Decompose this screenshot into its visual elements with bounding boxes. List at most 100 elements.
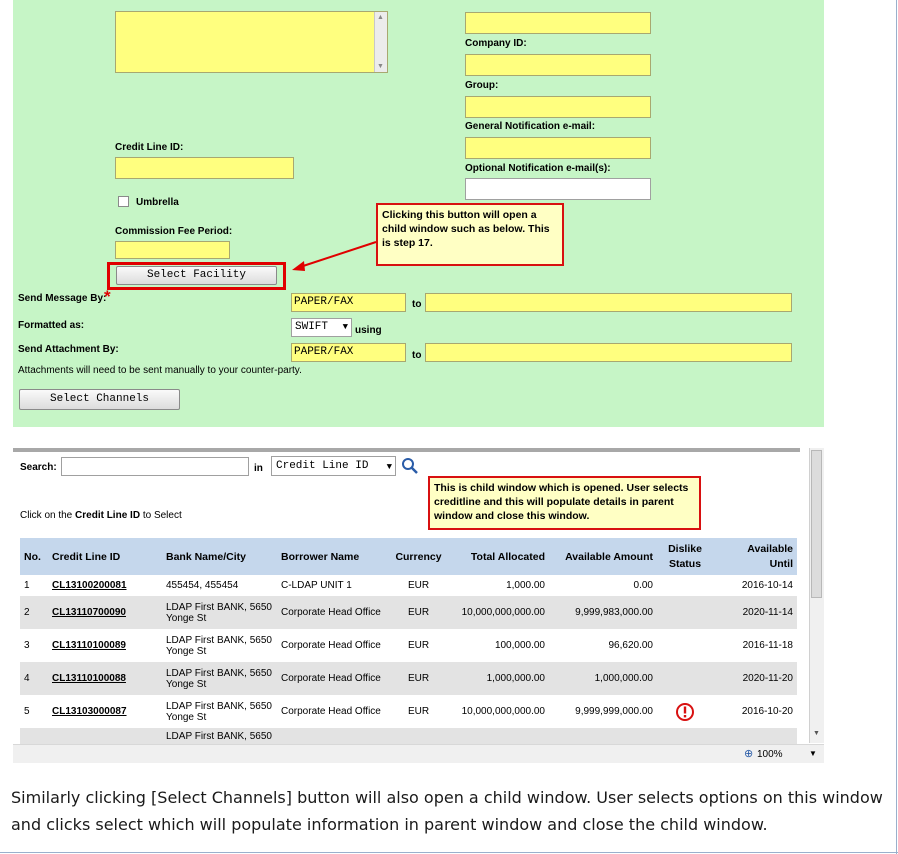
cell-until: 2020-11-20 [713, 662, 797, 695]
cell-no: 5 [20, 695, 48, 728]
caption-text: Similarly clicking [Select Channels] but… [11, 788, 883, 834]
cell-bank: LDAP First BANK, 5650 Yonge St [162, 695, 277, 728]
search-input[interactable] [61, 457, 249, 476]
credit-line-link[interactable]: CL13100200081 [48, 575, 162, 596]
cell-borrower: Corporate Head Office [277, 695, 386, 728]
cell-dislike [657, 596, 713, 629]
col-until-line2: Until [769, 557, 793, 570]
scroll-up-arrow-icon[interactable]: ▲ [377, 14, 384, 21]
cell-id [48, 728, 162, 744]
company-id-field[interactable] [465, 54, 651, 76]
cell-borrower: Corporate Head Office [277, 662, 386, 695]
instruction-suffix: to Select [140, 510, 182, 521]
optional-email-field[interactable] [465, 178, 651, 200]
callout-arrow-icon [292, 241, 377, 271]
zoom-icon: ⊕ [744, 748, 754, 760]
cell-bank: LDAP First BANK, 5650 Yonge St [162, 662, 277, 695]
general-email-field[interactable] [465, 137, 651, 159]
col-currency[interactable]: Currency [386, 538, 451, 575]
required-asterisk: * [104, 287, 111, 306]
send-attachment-label: Send Attachment By: [18, 344, 119, 355]
child-status-bar: ⊕ 100% ▼ [13, 744, 824, 763]
cell-dislike [657, 662, 713, 695]
scroll-down-arrow-icon[interactable]: ▼ [377, 63, 384, 70]
credit-line-table: No. Credit Line ID Bank Name/City Borrow… [20, 538, 797, 744]
table-row[interactable]: 1 CL13100200081 455454, 455454 C-LDAP UN… [20, 575, 797, 596]
commission-fee-field[interactable] [115, 241, 230, 259]
send-attachment-to-label: to [412, 350, 422, 361]
formatted-as-select[interactable]: SWIFT ▼ [291, 318, 352, 337]
cell-available: 1,000,000.00 [549, 662, 657, 695]
credit-line-id-field[interactable] [115, 157, 294, 179]
cell-borrower: C-LDAP UNIT 1 [277, 575, 386, 596]
cell-borrower [277, 728, 386, 744]
cell-currency: EUR [386, 596, 451, 629]
col-bank[interactable]: Bank Name/City [162, 538, 277, 575]
col-borrower[interactable]: Borrower Name [277, 538, 386, 575]
textarea-scrollbar[interactable]: ▲ ▼ [374, 12, 387, 72]
select-channels-button[interactable]: Select Channels [19, 389, 180, 410]
general-email-label: General Notification e-mail: [465, 121, 596, 132]
cell-available: 9,999,983,000.00 [549, 596, 657, 629]
cell-no [20, 728, 48, 744]
col-until-line1: Available [747, 542, 793, 555]
cell-dislike [657, 695, 713, 728]
cell-until: 2016-10-14 [713, 575, 797, 596]
credit-line-link[interactable]: CL13103000087 [48, 695, 162, 728]
cell-borrower: Corporate Head Office [277, 596, 386, 629]
cell-until: 2016-11-18 [713, 629, 797, 662]
col-dislike-line1: Dislike [668, 542, 702, 555]
attachment-note: Attachments will need to be sent manuall… [18, 365, 302, 376]
cell-total [451, 728, 549, 744]
notes-textarea[interactable]: ▲ ▼ [115, 11, 388, 73]
send-attachment-field[interactable]: PAPER/FAX [291, 343, 406, 362]
search-icon[interactable] [400, 457, 420, 475]
col-credit-line-id[interactable]: Credit Line ID [48, 538, 162, 575]
cell-dislike [657, 629, 713, 662]
scroll-down-arrow-icon[interactable]: ▼ [813, 730, 820, 737]
cell-currency: EUR [386, 575, 451, 596]
group-label: Group: [465, 80, 499, 91]
send-message-field[interactable]: PAPER/FAX [291, 293, 406, 312]
col-until[interactable]: Available Until [713, 538, 797, 575]
credit-line-link[interactable]: CL13110100089 [48, 629, 162, 662]
cell-currency: EUR [386, 629, 451, 662]
credit-line-id-label: Credit Line ID: [115, 142, 184, 153]
table-row[interactable]: LDAP First BANK, 5650 [20, 728, 797, 744]
group-field[interactable] [465, 96, 651, 118]
col-total[interactable]: Total Allocated [451, 538, 549, 575]
table-row[interactable]: 3 CL13110100089 LDAP First BANK, 5650 Yo… [20, 629, 797, 662]
child-scrollbar-thumb[interactable] [811, 450, 822, 598]
table-header-row: No. Credit Line ID Bank Name/City Borrow… [20, 538, 797, 575]
cell-available: 96,620.00 [549, 629, 657, 662]
table-row[interactable]: 4 CL13110100088 LDAP First BANK, 5650 Yo… [20, 662, 797, 695]
cell-borrower: Corporate Head Office [277, 629, 386, 662]
search-field-select[interactable]: Credit Line ID ▼ [271, 456, 396, 476]
cell-currency [386, 728, 451, 744]
cell-available: 0.00 [549, 575, 657, 596]
chevron-down-icon: ▼ [342, 322, 348, 332]
zoom-chevron-down-icon[interactable]: ▼ [809, 749, 817, 758]
send-message-to-field[interactable] [425, 293, 792, 312]
umbrella-checkbox[interactable] [118, 196, 129, 207]
cell-total: 10,000,000,000.00 [451, 695, 549, 728]
cell-total: 100,000.00 [451, 629, 549, 662]
col-available[interactable]: Available Amount [549, 538, 657, 575]
company-id-label: Company ID: [465, 38, 527, 49]
credit-line-link[interactable]: CL13110100088 [48, 662, 162, 695]
credit-line-link[interactable]: CL13110700090 [48, 596, 162, 629]
table-row[interactable]: 2 CL13110700090 LDAP First BANK, 5650 Yo… [20, 596, 797, 629]
zoom-level[interactable]: 100% [757, 749, 783, 760]
cell-available [549, 728, 657, 744]
select-facility-button[interactable]: Select Facility [116, 266, 277, 285]
search-in-label: in [254, 463, 263, 474]
col-dislike[interactable]: Dislike Status [657, 538, 713, 575]
send-message-label: Send Message By: [18, 293, 107, 304]
umbrella-label: Umbrella [136, 197, 179, 208]
child-scrollbar[interactable]: ▼ [809, 448, 824, 743]
top-right-field[interactable] [465, 12, 651, 34]
table-row[interactable]: 5 CL13103000087 LDAP First BANK, 5650 Yo… [20, 695, 797, 728]
right-rule [896, 0, 897, 854]
cell-until: 2016-10-20 [713, 695, 797, 728]
send-attachment-to-field[interactable] [425, 343, 792, 362]
